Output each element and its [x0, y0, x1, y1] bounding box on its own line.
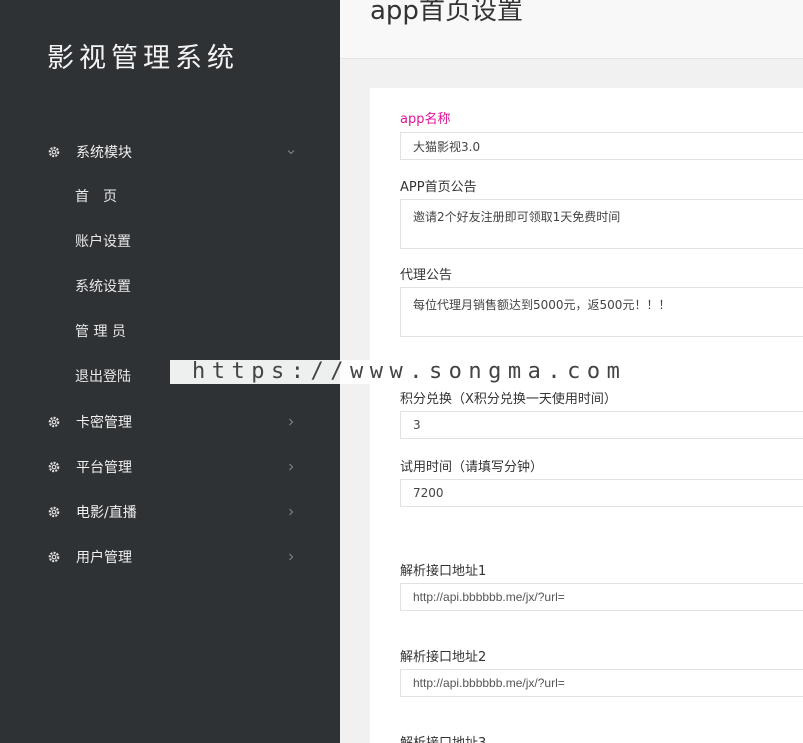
chevron-down-icon: [286, 147, 296, 157]
app-name-input[interactable]: 大猫影视3.0: [400, 132, 803, 160]
gear-icon: [47, 550, 61, 564]
trial-time-label: 试用时间（请填写分钟）: [400, 460, 544, 475]
watermark: https://www.songma.com: [170, 360, 630, 384]
api-1-label: 解析接口地址1: [400, 564, 487, 579]
chevron-right-icon: [286, 507, 296, 517]
api-2-input[interactable]: http://api.bbbbbb.me/jx/?url=: [400, 669, 803, 697]
sidebar-group-label: 电影/直播: [76, 505, 137, 521]
sidebar-item-admin[interactable]: 管 理 员: [75, 320, 126, 344]
page-title: app首页设置: [370, 0, 523, 26]
page-header: app首页设置: [340, 0, 803, 59]
sidebar-group-label: 用户管理: [76, 550, 132, 566]
agent-notice-textarea[interactable]: 每位代理月销售额达到5000元，返500元！！！: [400, 287, 803, 337]
agent-notice-label: 代理公告: [400, 268, 453, 283]
app-name-label: app名称: [400, 112, 451, 127]
gear-icon: [47, 460, 61, 474]
gear-icon: [47, 505, 61, 519]
sidebar-group-card-management[interactable]: 卡密管理: [0, 407, 340, 437]
home-notice-label: APP首页公告: [400, 180, 477, 195]
gear-icon: [47, 415, 61, 429]
brand-title: 影视管理系统: [47, 43, 239, 74]
sidebar-group-label: 平台管理: [76, 460, 132, 476]
sidebar-item-account-settings[interactable]: 账户设置: [75, 230, 131, 254]
home-notice-textarea[interactable]: 邀请2个好友注册即可领取1天免费时间: [400, 199, 803, 249]
api-3-label: 解析接口地址3: [400, 732, 486, 743]
points-exchange-label: 积分兑换（X积分兑换一天使用时间）: [400, 392, 617, 407]
sidebar-group-label: 卡密管理: [76, 415, 132, 431]
api-1-input[interactable]: http://api.bbbbbb.me/jx/?url=: [400, 583, 803, 611]
sidebar-group-system-module[interactable]: 系统模块: [0, 137, 340, 167]
api-2-label: 解析接口地址2: [400, 650, 487, 665]
trial-time-input[interactable]: 7200: [400, 479, 803, 507]
sidebar-item-logout[interactable]: 退出登陆: [75, 365, 131, 389]
sidebar-group-user-management[interactable]: 用户管理: [0, 542, 340, 572]
sidebar-group-label: 系统模块: [76, 145, 132, 161]
sidebar-item-home[interactable]: 首 页: [75, 185, 117, 209]
chevron-right-icon: [286, 552, 296, 562]
sidebar-item-system-settings[interactable]: 系统设置: [75, 275, 131, 299]
sidebar-group-platform-management[interactable]: 平台管理: [0, 452, 340, 482]
gear-icon: [47, 145, 61, 159]
points-exchange-input[interactable]: 3: [400, 411, 803, 439]
chevron-right-icon: [286, 417, 296, 427]
settings-form: app名称 大猫影视3.0 APP首页公告 邀请2个好友注册即可领取1天免费时间…: [370, 88, 803, 743]
app-window: 影视管理系统 系统模块 首 页 账户设置 系统设置 管 理 员 退出登陆 卡密管…: [0, 0, 803, 743]
chevron-right-icon: [286, 462, 296, 472]
sidebar-group-movie-live[interactable]: 电影/直播: [0, 497, 340, 527]
